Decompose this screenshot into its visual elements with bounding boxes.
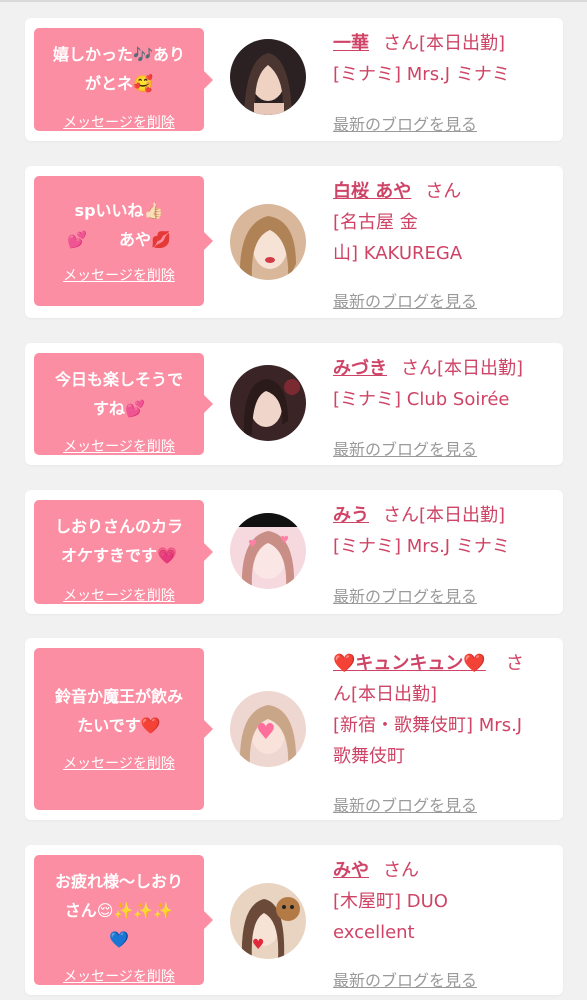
cast-info: 一華 さん[本日出勤] [ミナミ] Mrs.J ミナミ 最新のブログを見る xyxy=(333,28,555,134)
cast-status: さん xyxy=(425,181,462,202)
message-text: 今日も楽しそうで すね💕 xyxy=(54,370,183,418)
avatar[interactable] xyxy=(230,39,306,115)
latest-blog-link[interactable]: 最新のブログを見る xyxy=(333,293,477,311)
shop-name: [ミナミ] Club Soirée xyxy=(333,389,510,410)
top-divider xyxy=(0,0,587,2)
message-card: 鈴音か魔王が飲み たいです❤️ メッセージを削除 ♥ ❤️キュンキュン❤️ さ ん… xyxy=(25,638,563,820)
message-bubble: spいいね👍🏻 💕 あや💋 メッセージを削除 xyxy=(34,176,213,306)
cast-info: みや さん [木屋町] DUO excellent 最新のブログを見る xyxy=(333,855,555,990)
message-bubble: 鈴音か魔王が飲み たいです❤️ メッセージを削除 xyxy=(34,648,213,810)
cast-info: ❤️キュンキュン❤️ さ ん[本日出勤] [新宿・歌舞伎町] Mrs.J 歌舞伎町… xyxy=(333,648,555,815)
message-card: お疲れ様〜しおり さん😌✨✨✨ 💙 メッセージを削除 ♥ みや さん [木屋町] … xyxy=(25,845,563,995)
cast-info: みう さん[本日出勤] [ミナミ] Mrs.J ミナミ 最新のブログを見る xyxy=(333,500,555,606)
cast-name-link[interactable]: ❤️キュンキュン❤️ xyxy=(333,653,486,674)
message-card: 今日も楽しそうで すね💕 メッセージを削除 みづき さん[本日出勤] [ミナミ] … xyxy=(25,343,563,465)
shop-name: [名古屋 金 山] KAKUREGA xyxy=(333,212,463,264)
cast-status: さん xyxy=(383,860,419,881)
svg-text:♥: ♥ xyxy=(280,535,289,546)
cast-name-link[interactable]: 白桜 あや xyxy=(333,181,411,202)
svg-text:♥: ♥ xyxy=(256,720,276,745)
cast-status: さん[本日出勤] xyxy=(383,505,506,526)
message-bubble: しおりさんのカラ オケすきです💗 メッセージを削除 xyxy=(34,500,213,604)
cast-name-link[interactable]: みづき xyxy=(333,358,387,379)
shop-name: [ミナミ] Mrs.J ミナミ xyxy=(333,64,510,85)
cast-status: さん[本日出勤] xyxy=(383,33,506,54)
avatar[interactable]: ♥ ♥ xyxy=(230,513,306,589)
cast-name-link[interactable]: みや xyxy=(333,860,369,881)
delete-message-link[interactable]: メッセージを削除 xyxy=(34,439,204,455)
cast-status: さん[本日出勤] xyxy=(401,358,524,379)
cast-name-link[interactable]: みう xyxy=(333,505,369,526)
message-bubble: 今日も楽しそうで すね💕 メッセージを削除 xyxy=(34,353,213,455)
cast-name-link[interactable]: 一華 xyxy=(333,33,369,54)
message-bubble: 嬉しかった🎶あり がとネ🥰 メッセージを削除 xyxy=(34,28,213,131)
svg-text:♥: ♥ xyxy=(252,937,265,953)
shop-name: [ミナミ] Mrs.J ミナミ xyxy=(333,536,510,557)
shop-name: [新宿・歌舞伎町] Mrs.J 歌舞伎町 xyxy=(333,715,523,767)
message-text: 鈴音か魔王が飲み たいです❤️ xyxy=(54,687,183,735)
message-text: しおりさんのカラ オケすきです💗 xyxy=(54,517,183,565)
shop-name: [木屋町] DUO excellent xyxy=(333,891,448,943)
message-text: お疲れ様〜しおり さん😌✨✨✨ 💙 xyxy=(54,872,183,949)
message-text: 嬉しかった🎶あり がとネ🥰 xyxy=(53,45,185,93)
delete-message-link[interactable]: メッセージを削除 xyxy=(34,969,204,985)
message-card: 嬉しかった🎶あり がとネ🥰 メッセージを削除 一華 さん[本日出勤] [ミナミ] … xyxy=(25,18,563,141)
message-card: しおりさんのカラ オケすきです💗 メッセージを削除 ♥ ♥ みう さん[本日出勤]… xyxy=(25,490,563,614)
avatar[interactable] xyxy=(230,204,306,280)
avatar[interactable]: ♥ xyxy=(230,883,306,959)
cast-info: 白桜 あや さん [名古屋 金 山] KAKUREGA 最新のブログを見る xyxy=(333,176,555,311)
latest-blog-link[interactable]: 最新のブログを見る xyxy=(333,116,477,134)
avatar[interactable]: ♥ xyxy=(230,691,306,767)
avatar[interactable] xyxy=(230,365,306,441)
delete-message-link[interactable]: メッセージを削除 xyxy=(34,588,204,604)
delete-message-link[interactable]: メッセージを削除 xyxy=(34,756,204,772)
message-bubble: お疲れ様〜しおり さん😌✨✨✨ 💙 メッセージを削除 xyxy=(34,855,213,985)
cast-info: みづき さん[本日出勤] [ミナミ] Club Soirée 最新のブログを見る xyxy=(333,353,555,459)
latest-blog-link[interactable]: 最新のブログを見る xyxy=(333,588,477,606)
latest-blog-link[interactable]: 最新のブログを見る xyxy=(333,797,477,815)
svg-text:♥: ♥ xyxy=(248,539,257,550)
message-text: spいいね👍🏻 💕 あや💋 xyxy=(67,201,171,249)
delete-message-link[interactable]: メッセージを削除 xyxy=(34,115,204,131)
message-card: spいいね👍🏻 💕 あや💋 メッセージを削除 白桜 あや さん [名古屋 金 山]… xyxy=(25,166,563,318)
latest-blog-link[interactable]: 最新のブログを見る xyxy=(333,441,477,459)
delete-message-link[interactable]: メッセージを削除 xyxy=(34,268,204,284)
latest-blog-link[interactable]: 最新のブログを見る xyxy=(333,972,477,990)
